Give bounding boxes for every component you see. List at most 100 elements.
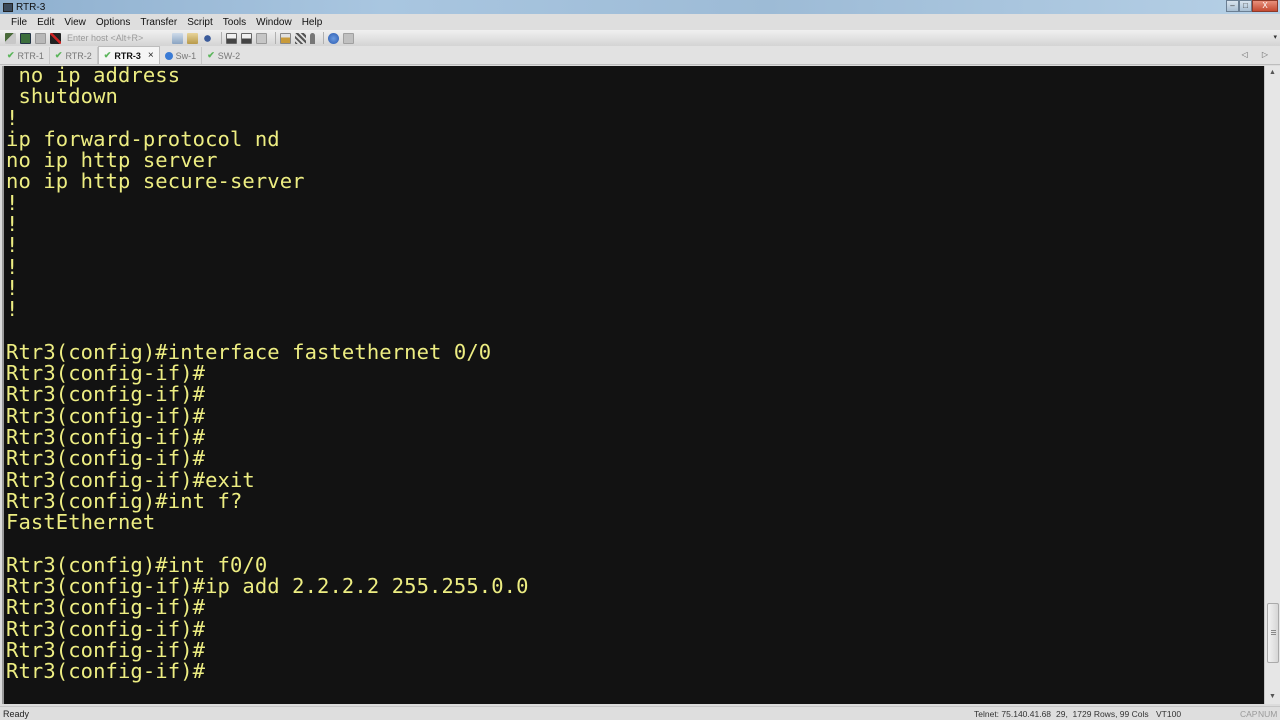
paste-icon[interactable] (187, 32, 198, 44)
tab-label: RTR-2 (65, 50, 92, 61)
tab-scroll-arrows-icon[interactable]: ◁ ▷ (1241, 50, 1274, 59)
terminal-line: Rtr3(config-if)# (6, 425, 206, 450)
info-icon (164, 51, 173, 60)
terminal-output[interactable]: no ip address shutdown! ip forward-protoc… (2, 66, 1264, 704)
terminal-line: Rtr3(config)#int f? (6, 488, 243, 513)
tab-sw-2[interactable]: ✔ SW-2 (202, 47, 245, 64)
minimize-button[interactable]: – (1226, 0, 1239, 12)
terminal-line: ! (6, 297, 19, 322)
terminal-line: ! (6, 254, 19, 279)
reconnect-icon[interactable] (35, 32, 46, 44)
terminal-line: Rtr3(config)#int f0/0 (6, 552, 268, 577)
terminal-line: ip forward-protocol nd (6, 126, 280, 151)
global-options-icon[interactable] (295, 32, 306, 44)
copy-icon[interactable] (172, 32, 183, 44)
maximize-button[interactable]: □ (1239, 0, 1252, 12)
host-input[interactable] (65, 31, 160, 45)
terminal-line: ! (6, 233, 19, 258)
toolbar: ▾ (0, 30, 1280, 46)
tab-label: RTR-1 (17, 50, 44, 61)
menu-options[interactable]: Options (91, 17, 135, 28)
toolbar-separator (275, 32, 276, 44)
status-connection: Telnet: 75.140.41.68 (974, 708, 1052, 719)
menu-tools[interactable]: Tools (218, 17, 251, 28)
terminal-line: Rtr3(config-if)# (6, 659, 206, 684)
connect-icon[interactable] (5, 32, 16, 44)
help-icon[interactable] (328, 32, 339, 44)
app-icon (3, 2, 13, 12)
quick-connect-icon[interactable] (20, 32, 31, 44)
session-tab-bar: ✔ RTR-1 ✔ RTR-2 ✔ RTR-3 × Sw-1 ✔ SW-2 ◁ … (0, 46, 1280, 65)
terminal-line: shutdown (6, 84, 118, 109)
toolbar-overflow-icon[interactable]: ▾ (1273, 33, 1277, 41)
terminal-line: Rtr3(config-if)#exit (6, 467, 255, 492)
status-ready: Ready (3, 708, 30, 719)
connected-check-icon: ✔ (7, 50, 15, 60)
terminal-line: Rtr3(config-if)# (6, 595, 206, 620)
tab-sw-1[interactable]: Sw-1 (160, 47, 203, 64)
status-emulation: VT100 (1156, 708, 1182, 719)
terminal-line: Rtr3(config-if)# (6, 403, 206, 428)
terminal-line: no ip address (6, 66, 181, 87)
scroll-down-arrow-icon[interactable]: ▼ (1265, 690, 1280, 704)
tab-rtr-2[interactable]: ✔ RTR-2 (50, 47, 98, 64)
vertical-scrollbar[interactable]: ▲ ▼ (1264, 66, 1280, 704)
toolbar-separator (221, 32, 222, 44)
window-controls: – □ X (1226, 0, 1278, 12)
terminal-line: Rtr3(config-if)# (6, 361, 206, 386)
menu-help[interactable]: Help (297, 17, 328, 28)
connected-check-icon: ✔ (103, 50, 112, 60)
connected-check-icon: ✔ (54, 50, 63, 60)
status-num-lock: NUM (1258, 708, 1278, 719)
print-icon[interactable] (226, 32, 237, 44)
terminal-line: ! (6, 212, 19, 237)
scrollbar-thumb[interactable] (1267, 602, 1279, 663)
scroll-up-arrow-icon[interactable]: ▲ (1265, 66, 1280, 80)
status-caps-lock: CAP (1240, 708, 1258, 719)
tab-label: SW-2 (217, 50, 241, 61)
disconnect-icon[interactable] (50, 32, 61, 44)
tab-label: RTR-3 (114, 50, 141, 61)
find-icon[interactable] (202, 32, 213, 44)
title-bar: RTR-3 – □ X (0, 0, 1280, 14)
connected-check-icon: ✔ (207, 50, 215, 60)
status-cursor-position: 29, 17 (1056, 708, 1082, 719)
print-screen-icon[interactable] (256, 32, 267, 44)
terminal-line: ! (6, 190, 19, 215)
close-button[interactable]: X (1252, 0, 1278, 12)
menu-transfer[interactable]: Transfer (135, 17, 182, 28)
tab-label: Sw-1 (175, 50, 197, 61)
print-selection-icon[interactable] (241, 32, 252, 44)
menu-edit[interactable]: Edit (32, 17, 59, 28)
session-options-icon[interactable] (280, 32, 291, 44)
terminal-line: ! (6, 105, 19, 130)
terminal-line: ! (6, 275, 19, 300)
key-icon[interactable] (310, 32, 315, 44)
terminal-line: Rtr3(config)#interface fastethernet 0/0 (6, 339, 492, 364)
menu-script[interactable]: Script (182, 17, 218, 28)
menu-bar: File Edit View Options Transfer Script T… (0, 14, 1280, 30)
grip-icon (1271, 629, 1276, 636)
menu-window[interactable]: Window (251, 17, 297, 28)
terminal-line: no ip http secure-server (6, 169, 305, 194)
terminal-line: Rtr3(config-if)#ip add 2.2.2.2 255.255.0… (6, 574, 529, 599)
terminal-text: no ip address shutdown! ip forward-protoc… (6, 66, 529, 683)
terminal-line: Rtr3(config-if)# (6, 616, 206, 641)
terminal-line: Rtr3(config-if)# (6, 638, 206, 663)
window-title: RTR-3 (16, 1, 46, 13)
tab-rtr-3[interactable]: ✔ RTR-3 × (97, 46, 160, 64)
toolbar-separator (323, 32, 324, 44)
tab-rtr-1[interactable]: ✔ RTR-1 (2, 47, 50, 64)
status-bar: Ready Telnet: 75.140.41.68 29, 17 29 Row… (0, 706, 1280, 720)
menu-view[interactable]: View (59, 17, 91, 28)
close-tab-icon[interactable]: × (148, 50, 154, 61)
terminal-line: FastEthernet (6, 510, 156, 535)
terminal-line: no ip http server (6, 148, 218, 173)
sftp-icon[interactable] (343, 32, 354, 44)
terminal-line: Rtr3(config-if)# (6, 446, 206, 471)
terminal-line: Rtr3(config-if)# (6, 382, 206, 407)
status-terminal-size: 29 Rows, 99 Cols (1082, 708, 1149, 719)
menu-file[interactable]: File (6, 17, 32, 28)
